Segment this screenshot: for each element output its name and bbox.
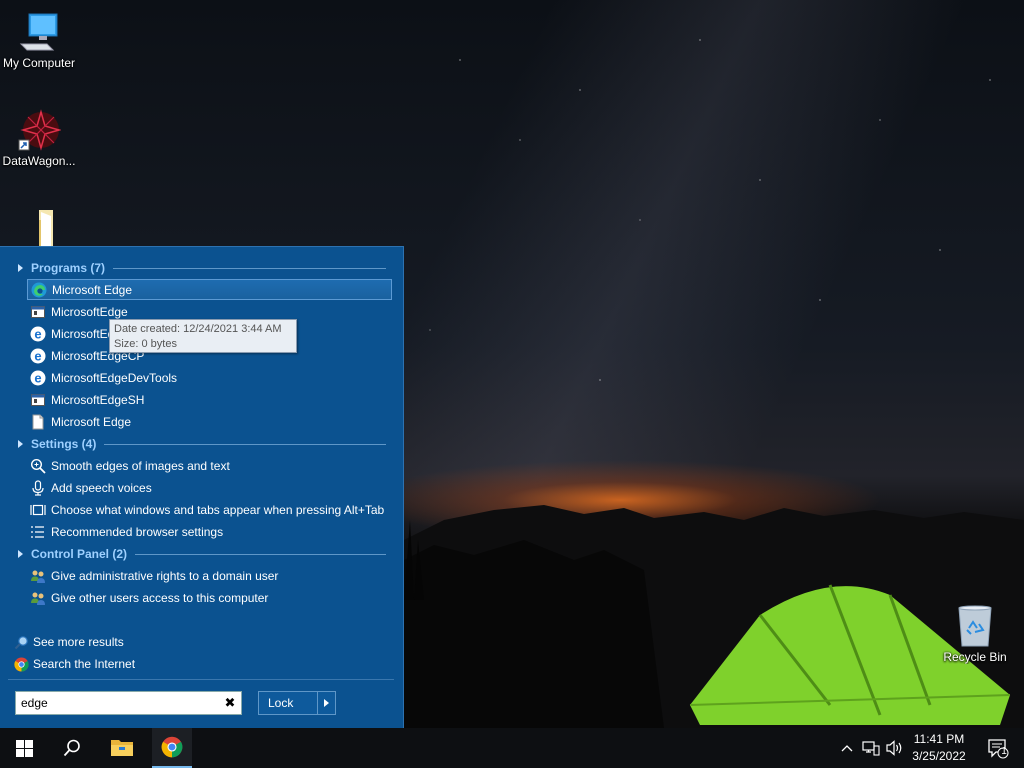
control-panel-item-admin-rights[interactable]: Give administrative rights to a domain u… [27, 565, 392, 586]
svg-text:e: e [34, 326, 41, 341]
search-icon [14, 635, 29, 650]
settings-item-label: Recommended browser settings [51, 524, 224, 539]
tooltip-size: Size: 0 bytes [114, 338, 177, 350]
desktop-icon-label: Recycle Bin [943, 650, 1007, 664]
svg-text:e: e [34, 370, 41, 385]
recycle-bin-icon [958, 605, 992, 647]
section-label: Control Panel (2) [31, 547, 128, 561]
settings-item-alt-tab[interactable]: Choose what windows and tabs appear when… [27, 499, 392, 520]
multitask-icon [30, 502, 46, 518]
chrome-icon [161, 736, 183, 758]
chevron-up-icon [841, 745, 853, 752]
search-internet-label: Search the Internet [33, 657, 136, 671]
clock-date: 3/25/2022 [912, 749, 966, 763]
clock-time: 11:41 PM [913, 732, 965, 746]
program-item-microsoft-edge-file[interactable]: Microsoft Edge [27, 411, 392, 432]
expand-arrow-icon [18, 264, 23, 272]
computer-icon [19, 13, 58, 51]
settings-item-label: Choose what windows and tabs appear when… [51, 502, 385, 517]
control-panel-item-label: Give other users access to this computer [51, 590, 269, 605]
network-icon [862, 741, 880, 756]
action-center-button[interactable]: 1 [978, 728, 1018, 768]
section-label: Settings (4) [31, 437, 97, 451]
program-item-microsoft-edge[interactable]: Microsoft Edge [27, 279, 392, 300]
windows-logo-icon [15, 739, 33, 757]
search-internet-link[interactable]: Search the Internet [14, 654, 135, 674]
program-item-label: Microsoft Edge [52, 282, 133, 297]
desktop-icon-label: My Computer [2, 56, 76, 70]
show-hidden-icons-button[interactable] [838, 728, 856, 768]
program-item-label: Microsoft Edge [51, 414, 132, 429]
section-label: Programs (7) [31, 261, 106, 275]
settings-item-label: Add speech voices [51, 480, 152, 495]
microphone-icon [30, 479, 46, 496]
start-menu-separator [8, 679, 394, 680]
notification-count-badge: 1 [1001, 746, 1007, 757]
expand-arrow-icon [18, 550, 23, 558]
control-panel-item-label: Give administrative rights to a domain u… [51, 568, 279, 583]
edge-legacy-icon: e [30, 348, 46, 364]
file-explorer-icon [111, 740, 133, 756]
desktop-icon-my-computer[interactable]: My Computer [0, 10, 78, 70]
volume-tray-button[interactable] [884, 728, 906, 768]
app-window-icon [30, 392, 46, 408]
search-icon [63, 739, 80, 757]
taskbar-file-explorer[interactable] [98, 728, 146, 768]
settings-item-speech-voices[interactable]: Add speech voices [27, 477, 392, 498]
desktop-icon-recycle-bin[interactable]: Recycle Bin [936, 604, 1014, 664]
edge-legacy-icon: e [30, 370, 46, 386]
datawagon-icon [18, 109, 61, 151]
program-item-label: MicrosoftEdgeSH [51, 392, 145, 407]
program-item-label: MicrosoftEdge [51, 304, 128, 319]
edge-legacy-icon: e [30, 326, 46, 342]
app-window-icon [30, 304, 46, 320]
desktop-icon-label: DataWagon... [2, 154, 76, 168]
users-icon [30, 568, 46, 584]
edge-icon [31, 282, 47, 298]
desktop-icon-datawagon[interactable]: DataWagon... [0, 108, 78, 168]
settings-item-browser-settings[interactable]: Recommended browser settings [27, 521, 392, 542]
program-item-microsoftedgedevtools[interactable]: e MicrosoftEdgeDevTools [27, 367, 392, 388]
control-panel-item-user-access[interactable]: Give other users access to this computer [27, 587, 392, 608]
speaker-icon [886, 740, 902, 756]
program-item-microsoftedgesh[interactable]: MicrosoftEdgeSH [27, 389, 392, 410]
wallpaper-mountains [404, 505, 1024, 728]
file-icon [30, 414, 46, 430]
magnifier-icon [30, 458, 46, 474]
see-more-results-link[interactable]: See more results [14, 632, 124, 652]
settings-item-label: Smooth edges of images and text [51, 458, 230, 473]
settings-item-smooth-edges[interactable]: Smooth edges of images and text [27, 455, 392, 476]
section-divider [104, 443, 386, 445]
section-programs[interactable]: Programs (7) [16, 259, 386, 277]
file-info-tooltip: Date created: 12/24/2021 3:44 AM Size: 0… [109, 319, 297, 353]
program-item-label: MicrosoftEdgeDevTools [51, 370, 178, 385]
lock-button[interactable]: Lock [258, 691, 336, 715]
section-divider [113, 267, 386, 269]
taskbar-search-button[interactable] [48, 728, 96, 768]
folder-icon [39, 210, 53, 246]
taskbar-chrome[interactable] [152, 728, 192, 768]
see-more-results-label: See more results [33, 635, 124, 649]
clear-search-icon[interactable]: ✖ [219, 692, 241, 714]
lock-button-label: Lock [268, 696, 294, 710]
network-tray-button[interactable] [860, 728, 882, 768]
section-control-panel[interactable]: Control Panel (2) [16, 545, 386, 563]
start-button[interactable] [0, 728, 48, 768]
expand-arrow-icon [18, 440, 23, 448]
list-settings-icon [30, 524, 46, 540]
chrome-icon [14, 656, 29, 672]
start-search-box: ✖ [15, 691, 242, 715]
users-icon [30, 590, 46, 606]
lock-options-arrow-icon[interactable] [317, 692, 335, 714]
section-divider [135, 553, 386, 555]
taskbar-clock[interactable]: 11:41 PM 3/25/2022 [906, 731, 972, 765]
tooltip-date-created: Date created: 12/24/2021 3:44 AM [114, 323, 282, 335]
svg-text:e: e [34, 348, 41, 363]
taskbar: 11:41 PM 3/25/2022 1 [0, 728, 1024, 768]
start-search-input[interactable] [16, 692, 219, 714]
section-settings[interactable]: Settings (4) [16, 435, 386, 453]
